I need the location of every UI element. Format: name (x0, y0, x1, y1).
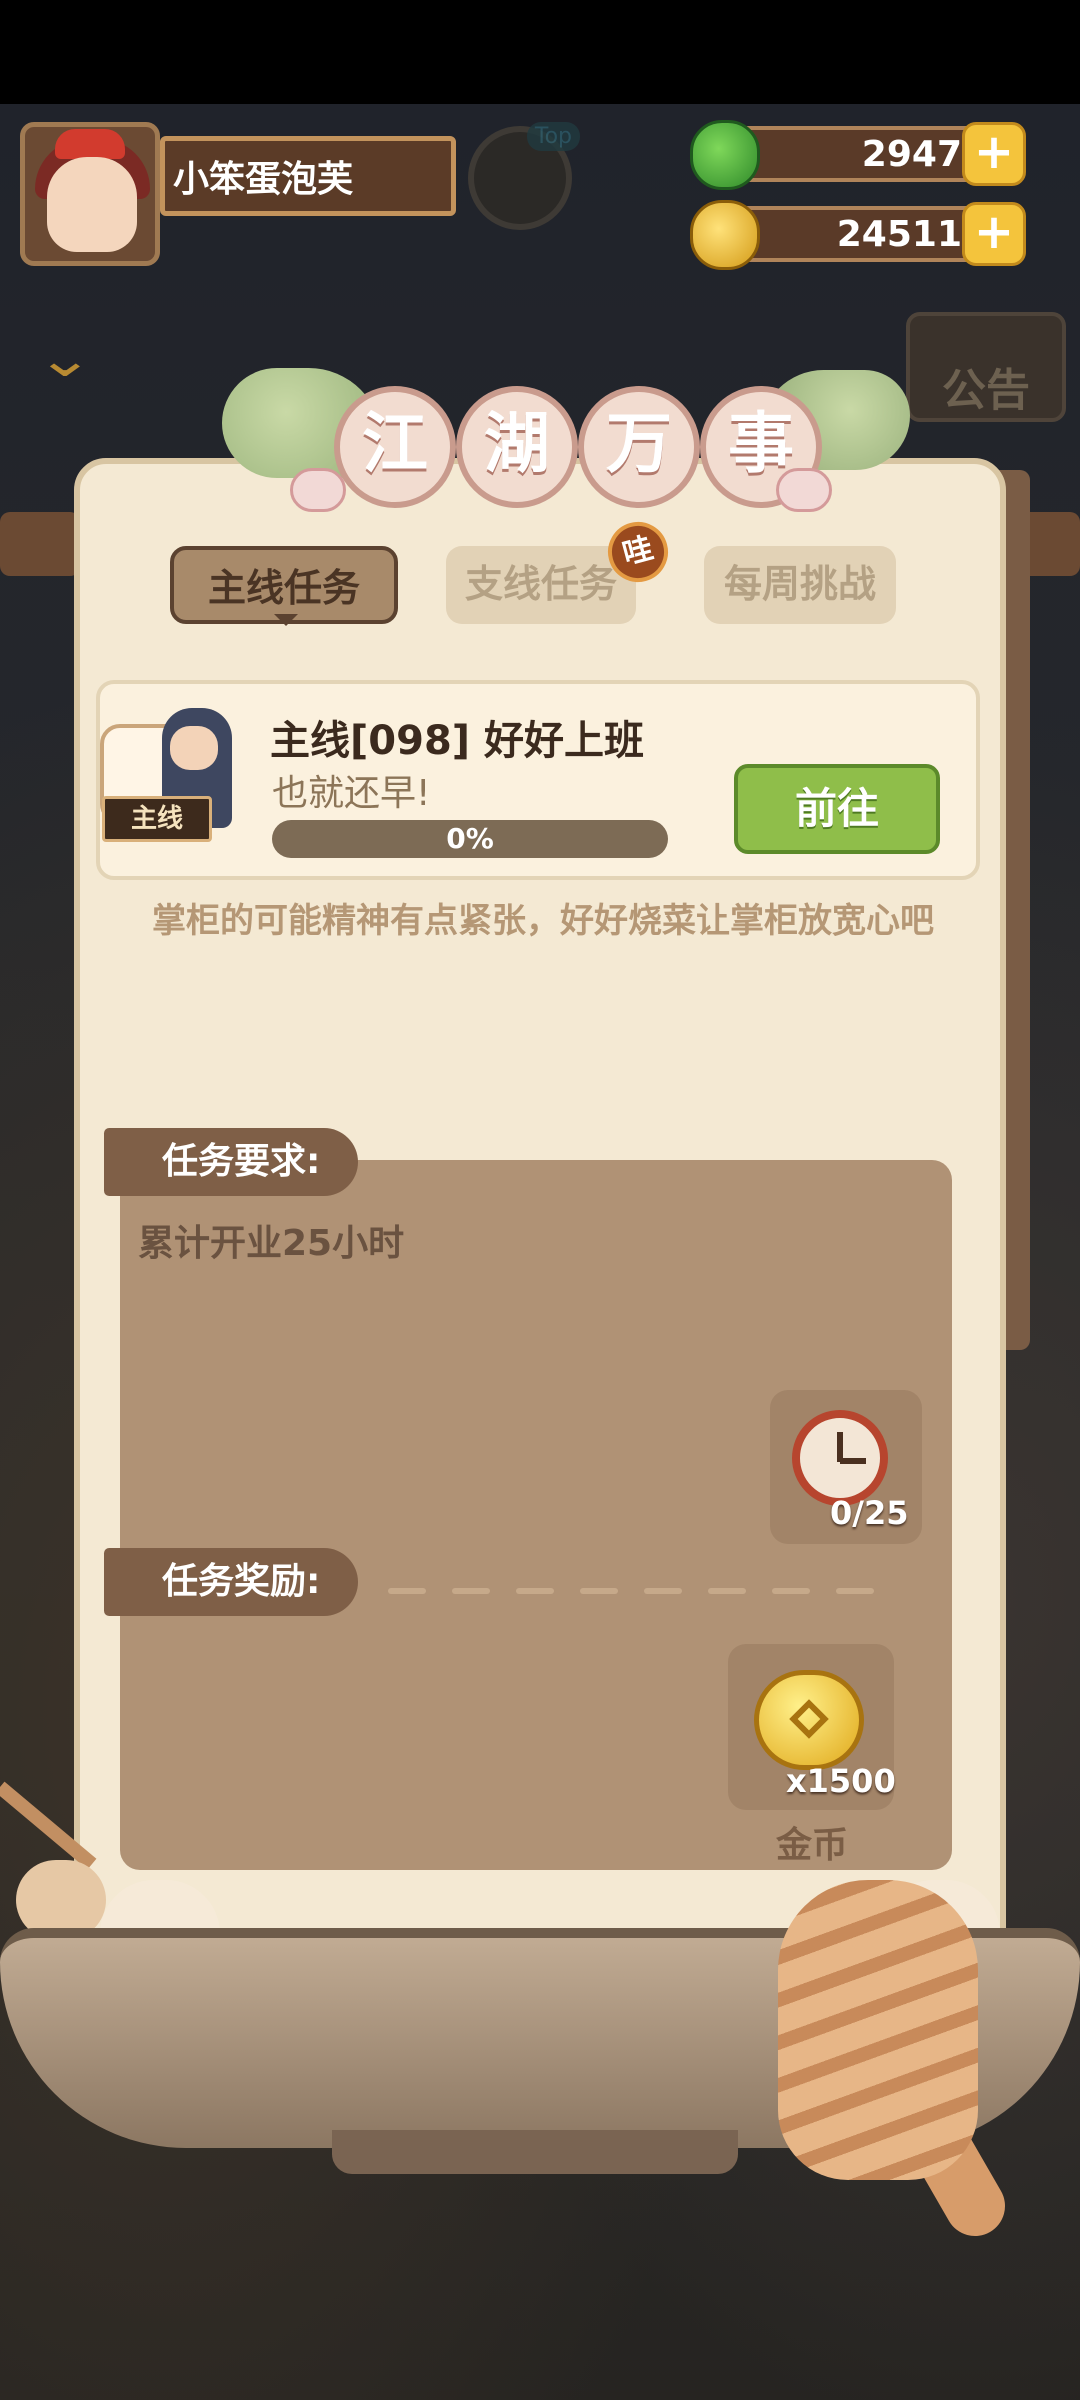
gold-coin-icon (754, 1670, 864, 1770)
quest-subtitle: 也就还早! (272, 773, 431, 814)
player-avatar[interactable] (20, 122, 160, 266)
notice-button[interactable]: 公告 (906, 312, 1066, 422)
character-face (170, 726, 218, 770)
ranking-button[interactable]: Top (468, 122, 580, 230)
jade-currency: 2947 + (690, 120, 1026, 190)
reward-name: 金币 (776, 1825, 849, 1866)
add-jade-button[interactable]: + (962, 122, 1026, 186)
title-char: 湖 (456, 386, 578, 508)
fishcake-decoration (290, 468, 346, 512)
jade-icon (690, 120, 760, 190)
avatar-face (47, 157, 137, 252)
coin-icon (690, 200, 760, 270)
coin-amount: 24511 (836, 214, 962, 255)
go-button[interactable]: 前往 (734, 764, 940, 854)
progress-text: 0% (446, 822, 494, 855)
divider-dash (516, 1588, 554, 1594)
chevron-down-icon[interactable]: ⌄ (36, 330, 95, 388)
divider-dash (708, 1588, 746, 1594)
jade-amount: 2947 (861, 134, 962, 175)
divider-dash (388, 1588, 426, 1594)
quest-description: 掌柜的可能精神有点紧张，好好烧菜让掌柜放宽心吧 (152, 901, 934, 941)
divider-dash (580, 1588, 618, 1594)
requirement-count: 0/25 (830, 1494, 909, 1532)
divider-dash (772, 1588, 810, 1594)
bowl-base (332, 2130, 738, 2174)
status-bar (0, 0, 1080, 104)
fishcake-decoration (776, 468, 832, 512)
reward-quantity: x1500 (786, 1762, 896, 1800)
divider-dash (644, 1588, 682, 1594)
requirement-label: 任务要求: (104, 1128, 358, 1196)
title-char: 江 (334, 386, 456, 508)
player-name: 小笨蛋泡芙 (160, 136, 456, 216)
scroll-rod-left (0, 512, 80, 576)
top-label: Top (526, 122, 580, 151)
cat-mascot-icon (778, 1880, 978, 2180)
quest-progress-bar: 0% (272, 820, 668, 858)
alarm-clock-icon (792, 1410, 888, 1506)
tab-main-quest[interactable]: 主线任务 (170, 546, 398, 626)
quest-title: 主线[098] 好好上班 (270, 718, 644, 764)
coin-currency: 24511 + (690, 200, 1026, 270)
tab-weekly-challenge[interactable]: 每周挑战 (704, 546, 896, 624)
title-char: 万 (578, 386, 700, 508)
divider-dash (452, 1588, 490, 1594)
avatar-hat (55, 129, 125, 159)
requirement-text: 累计开业25小时 (138, 1223, 405, 1264)
add-coin-button[interactable]: + (962, 202, 1026, 266)
reward-label: 任务奖励: (104, 1548, 358, 1616)
quest-type-tag: 主线 (102, 796, 212, 842)
divider-dash (836, 1588, 874, 1594)
